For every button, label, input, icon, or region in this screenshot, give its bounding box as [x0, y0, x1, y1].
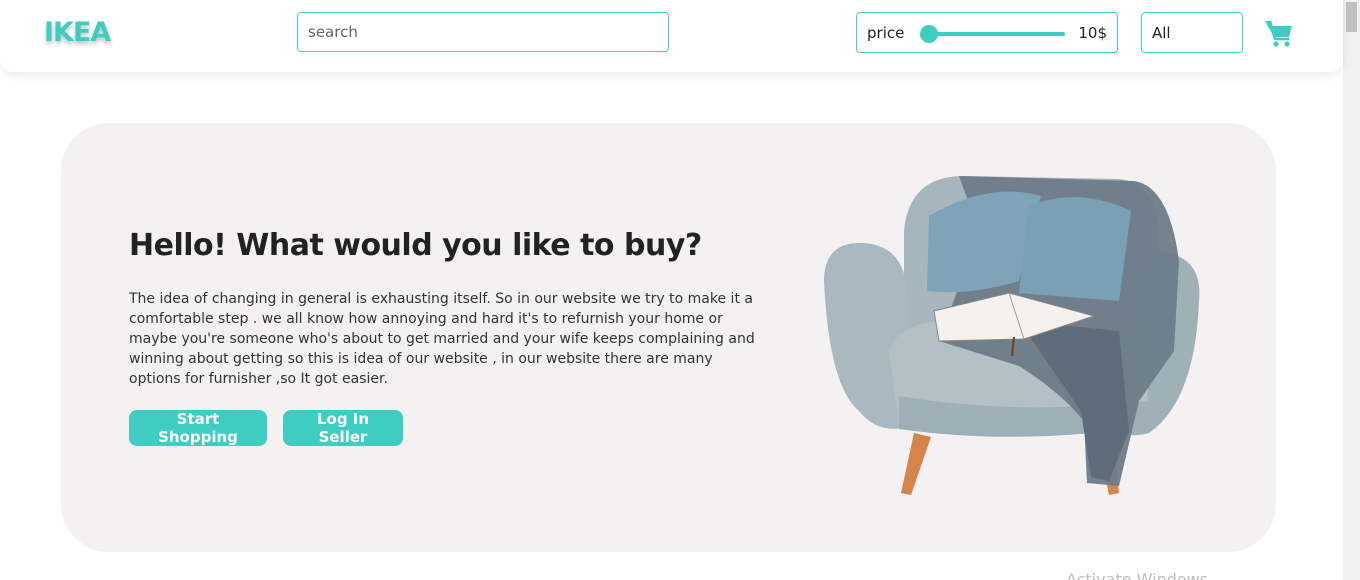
- armchair-image: [819, 171, 1209, 501]
- cart-icon-graphic: [1265, 20, 1292, 47]
- start-shopping-button[interactable]: Start Shopping: [129, 410, 267, 446]
- price-value: 10$: [1078, 24, 1107, 42]
- log-in-seller-button[interactable]: Log In Seller: [283, 410, 403, 446]
- cart-icon[interactable]: [1264, 18, 1294, 48]
- vertical-scrollbar[interactable]: [1343, 0, 1360, 580]
- ikea-logo[interactable]: IKEA: [44, 17, 111, 48]
- price-label: price: [867, 24, 905, 42]
- top-navbar: IKEA price 10$ All: [0, 0, 1343, 72]
- hero-title: Hello! What would you like to buy?: [129, 228, 702, 263]
- search-input[interactable]: [297, 12, 669, 52]
- category-select[interactable]: All: [1141, 12, 1243, 53]
- activate-windows-watermark: Activate Windows: [1066, 570, 1209, 580]
- hero-banner: Hello! What would you like to buy? The i…: [61, 123, 1276, 552]
- price-slider-thumb[interactable]: [920, 25, 938, 43]
- price-filter: price 10$: [856, 12, 1118, 53]
- page: IKEA price 10$ All Hello! What would you…: [0, 0, 1360, 580]
- price-slider-track[interactable]: [929, 32, 1065, 36]
- scrollbar-thumb[interactable]: [1346, 2, 1357, 32]
- hero-description: The idea of changing in general is exhau…: [129, 291, 755, 387]
